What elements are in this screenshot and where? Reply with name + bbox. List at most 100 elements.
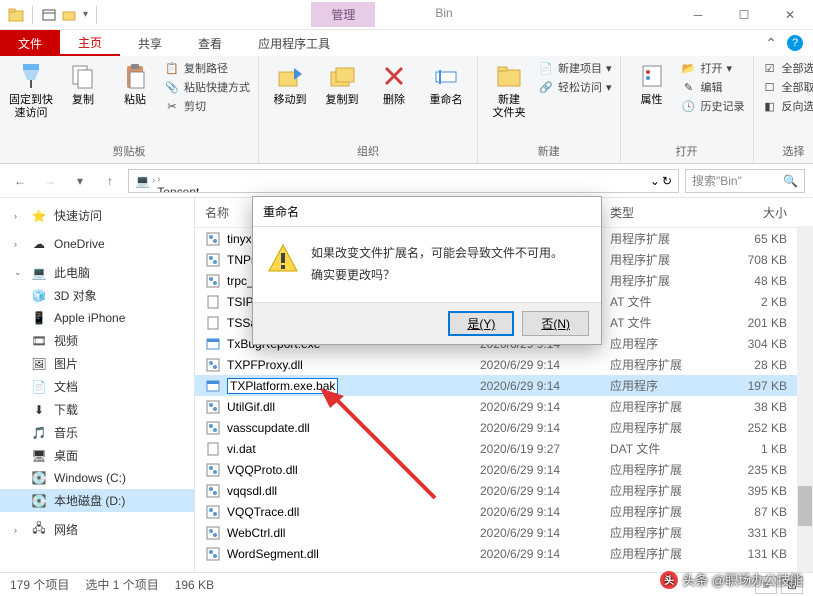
scrollbar[interactable] (797, 226, 813, 572)
nav-desktop[interactable]: 🖥桌面 (0, 444, 194, 467)
tab-file[interactable]: 文件 (0, 30, 60, 56)
paste-button[interactable]: 粘贴 (112, 60, 158, 107)
properties-button[interactable]: 属性 (629, 60, 675, 107)
col-type[interactable]: 类型 (610, 204, 710, 221)
forward-button[interactable]: → (38, 169, 62, 193)
star-icon: ⭐ (30, 208, 48, 224)
delete-icon (378, 60, 410, 92)
move-icon (274, 60, 306, 92)
file-icon (205, 483, 221, 499)
file-icon (205, 441, 221, 457)
open-button[interactable]: 📂打开 ▾ (681, 60, 745, 76)
move-to-button[interactable]: 移动到 (267, 60, 313, 107)
file-row[interactable]: WordSegment.dll2020/6/29 9:14应用程序扩展131 K… (195, 543, 813, 564)
file-row[interactable]: TXPFProxy.dll2020/6/29 9:14应用程序扩展28 KB (195, 354, 813, 375)
nav-documents[interactable]: 📄文档 (0, 375, 194, 398)
nav-downloads[interactable]: ⬇下载 (0, 398, 194, 421)
rename-button[interactable]: 重命名 (423, 60, 469, 107)
file-row[interactable]: vasscupdate.dll2020/6/29 9:14应用程序扩展252 K… (195, 417, 813, 438)
refresh-button[interactable]: ↻ (662, 174, 672, 188)
nav-3d-objects[interactable]: 🧊3D 对象 (0, 284, 194, 307)
help-icon[interactable]: ? (787, 35, 803, 51)
maximize-button[interactable]: ☐ (721, 0, 767, 30)
close-button[interactable]: ✕ (767, 0, 813, 30)
up-button[interactable]: ↑ (98, 169, 122, 193)
file-row[interactable]: WebCtrl.dll2020/6/29 9:14应用程序扩展331 KB (195, 522, 813, 543)
file-icon (205, 294, 221, 310)
minimize-button[interactable]: ─ (675, 0, 721, 30)
file-row[interactable]: VQQProto.dll2020/6/29 9:14应用程序扩展235 KB (195, 459, 813, 480)
col-size[interactable]: 大小 (710, 204, 803, 221)
recent-button[interactable]: ▾ (68, 169, 92, 193)
file-row[interactable]: UtilGif.dll2020/6/29 9:14应用程序扩展38 KB (195, 396, 813, 417)
select-none-icon: ☐ (762, 79, 778, 95)
invert-selection-button[interactable]: ◧反向选择 (762, 98, 813, 114)
copy-icon (67, 60, 99, 92)
easy-access-button[interactable]: 🔗轻松访问 ▾ (538, 79, 612, 95)
pin-icon (15, 60, 47, 92)
file-row[interactable]: vqqsdl.dll2020/6/29 9:14应用程序扩展395 KB (195, 480, 813, 501)
contextual-tab[interactable]: 管理 (311, 2, 375, 27)
invert-icon: ◧ (762, 98, 778, 114)
dialog-title: 重命名 (253, 197, 601, 227)
tab-home[interactable]: 主页 (60, 30, 120, 56)
delete-button[interactable]: 删除 (371, 60, 417, 107)
nav-quick-access[interactable]: ›⭐快速访问 (0, 204, 194, 227)
nav-this-pc[interactable]: ⌄💻此电脑 (0, 261, 194, 284)
collapse-ribbon-icon[interactable]: ⌃ (765, 35, 777, 52)
crumb[interactable]: 电脑软件应用 (157, 169, 229, 172)
cut-button[interactable]: ✂剪切 (164, 98, 250, 114)
no-button[interactable]: 否(N) (522, 311, 589, 336)
file-row[interactable]: TXPlatform.exe.bak2020/6/29 9:14应用程序197 … (195, 375, 813, 396)
copy-to-button[interactable]: 复制到 (319, 60, 365, 107)
organize-group-label: 组织 (267, 141, 469, 161)
tab-app-tools[interactable]: 应用程序工具 (240, 30, 348, 56)
file-icon (205, 504, 221, 520)
qat-open-icon[interactable] (41, 7, 57, 23)
file-icon (205, 546, 221, 562)
nav-c-drive[interactable]: 💽Windows (C:) (0, 467, 194, 489)
select-none-button[interactable]: ☐全部取消 (762, 79, 813, 95)
yes-button[interactable]: 是(Y) (448, 311, 514, 336)
crumb[interactable]: Tencent (157, 185, 229, 193)
open-group-label: 打开 (629, 141, 745, 161)
scroll-thumb[interactable] (798, 486, 812, 526)
nav-music[interactable]: 🎵音乐 (0, 421, 194, 444)
file-row[interactable]: vi.dat2020/6/19 9:27DAT 文件1 KB (195, 438, 813, 459)
rename-dialog: 重命名 如果改变文件扩展名，可能会导致文件不可用。 确实要更改吗？ 是(Y) 否… (252, 196, 602, 345)
window-controls: ─ ☐ ✕ (675, 0, 813, 30)
new-item-button[interactable]: 📄新建项目 ▾ (538, 60, 612, 76)
history-button[interactable]: 🕓历史记录 (681, 98, 745, 114)
nav-apple-iphone[interactable]: 📱Apple iPhone (0, 307, 194, 329)
edit-icon: ✎ (681, 79, 697, 95)
edit-button[interactable]: ✎编辑 (681, 79, 745, 95)
copy-path-button[interactable]: 📋复制路径 (164, 60, 250, 76)
qat-dropdown[interactable]: ▾ (83, 9, 88, 20)
rename-input[interactable]: TXPlatform.exe.bak (227, 378, 338, 394)
qat-folder-icon[interactable] (61, 7, 77, 23)
documents-icon: 📄 (30, 379, 48, 395)
nav-network[interactable]: ›🖧网络 (0, 518, 194, 541)
file-row[interactable]: VQQTrace.dll2020/6/29 9:14应用程序扩展87 KB (195, 501, 813, 522)
history-icon: 🕓 (681, 98, 697, 114)
tab-view[interactable]: 查看 (180, 30, 240, 56)
back-button[interactable]: ← (8, 169, 32, 193)
tab-share[interactable]: 共享 (120, 30, 180, 56)
breadcrumb-box[interactable]: 💻 › 此电脑 › 本地磁盘 (D:) › 电脑软件应用 › Tencent ›… (128, 169, 679, 193)
addr-dropdown[interactable]: ⌄ (650, 174, 660, 188)
nav-pictures[interactable]: 🖼图片 (0, 352, 194, 375)
ribbon-tabs: 文件 主页 共享 查看 应用程序工具 ⌃ ? (0, 30, 813, 56)
paste-shortcut-button[interactable]: 📎粘贴快捷方式 (164, 79, 250, 95)
search-input[interactable]: 搜索"Bin" 🔍 (685, 169, 805, 193)
nav-onedrive[interactable]: ›☁OneDrive (0, 233, 194, 255)
nav-d-drive[interactable]: 💽本地磁盘 (D:) (0, 489, 194, 512)
new-folder-button[interactable]: 新建 文件夹 (486, 60, 532, 120)
select-all-button[interactable]: ☑全部选择 (762, 60, 813, 76)
nav-videos[interactable]: 🎞视频 (0, 329, 194, 352)
downloads-icon: ⬇ (30, 402, 48, 418)
pictures-icon: 🖼 (30, 356, 48, 372)
pin-button[interactable]: 固定到快 速访问 (8, 60, 54, 120)
ribbon: 固定到快 速访问 复制 粘贴 📋复制路径 📎粘贴快捷方式 ✂剪切 剪贴板 移动到… (0, 56, 813, 164)
file-icon (205, 231, 221, 247)
copy-button[interactable]: 复制 (60, 60, 106, 107)
